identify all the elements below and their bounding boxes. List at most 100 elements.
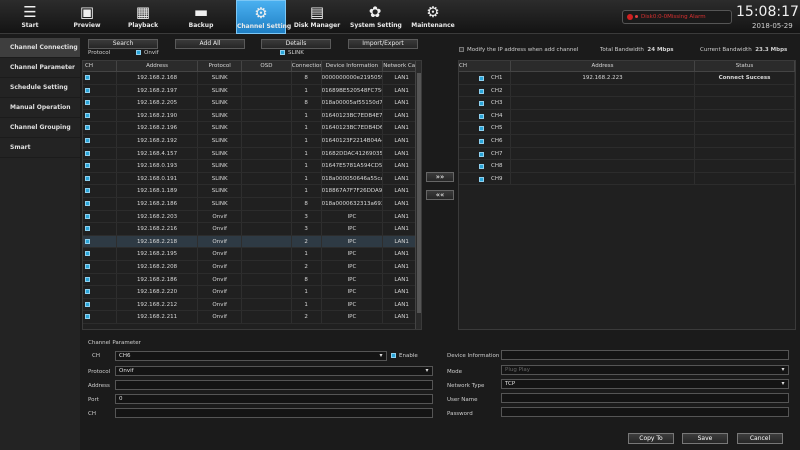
table-row[interactable]: CH9 [459, 172, 795, 186]
row-checkbox-cell[interactable] [83, 147, 117, 160]
row-checkbox-cell[interactable] [83, 298, 117, 311]
column-header[interactable]: Protocol [198, 61, 243, 71]
table-row[interactable]: 192.168.2.212 Onvif 1 IPC LAN1 [83, 298, 421, 312]
channel-cell[interactable]: CH5 [459, 122, 511, 134]
onvif-checkbox[interactable] [136, 50, 141, 55]
row-checkbox[interactable] [85, 112, 90, 118]
nav-preview[interactable]: ▣ Preview [62, 0, 112, 34]
enable-option[interactable]: Enable [391, 353, 418, 359]
save-button[interactable]: Save [682, 433, 728, 444]
copy-to-button[interactable]: Copy To [628, 433, 674, 444]
add-channel-button[interactable]: »» [426, 172, 454, 182]
sidebar-item-manual-operation[interactable]: Manual Operation [0, 98, 80, 118]
row-checkbox[interactable] [85, 226, 90, 232]
row-checkbox[interactable] [85, 213, 90, 219]
row-checkbox-cell[interactable] [83, 235, 117, 248]
table-row[interactable]: 192.168.2.186SLINK8018a0000632313a693baL… [83, 197, 421, 211]
table-row[interactable]: 192.168.0.191SLINK1018a000050646a55cac6L… [83, 172, 421, 186]
row-checkbox[interactable] [85, 125, 90, 131]
nav-system-setting[interactable]: ✿ System Setting [350, 0, 402, 34]
column-header[interactable]: CH [459, 61, 511, 71]
row-checkbox[interactable] [85, 314, 90, 320]
nav-backup[interactable]: ▬ Backup [176, 0, 226, 34]
column-header[interactable]: Address [117, 61, 199, 71]
table-row[interactable]: 192.168.2.211 Onvif 2 IPC LAN1 [83, 311, 421, 324]
nav-start[interactable]: ☰ Start [5, 0, 55, 34]
sidebar-item-channel-connecting[interactable]: Channel Connecting [0, 38, 80, 58]
row-checkbox[interactable] [85, 238, 90, 244]
row-checkbox-cell[interactable] [83, 223, 117, 235]
row-checkbox-cell[interactable] [83, 122, 117, 134]
row-checkbox[interactable] [85, 188, 90, 194]
row-checkbox[interactable] [85, 251, 90, 257]
nav-disk-manager[interactable]: ▤ Disk Manager [292, 0, 342, 34]
row-checkbox-cell[interactable] [83, 286, 117, 298]
table-row[interactable]: CH8 [459, 160, 795, 173]
row-checkbox-cell[interactable] [83, 248, 117, 260]
username-field[interactable] [501, 393, 789, 403]
channel-checkbox[interactable] [479, 138, 484, 144]
channel-checkbox[interactable] [479, 176, 484, 182]
row-checkbox-cell[interactable] [83, 311, 117, 323]
row-checkbox[interactable] [85, 87, 90, 93]
table-row[interactable]: 192.168.2.195 Onvif 1 IPC LAN1 [83, 248, 421, 261]
channel-checkbox[interactable] [479, 164, 484, 170]
row-checkbox[interactable] [85, 137, 90, 143]
table-row[interactable]: 192.168.2.197SLINK101689BE520548FC7568FL… [83, 84, 421, 98]
scrollbar[interactable] [415, 61, 421, 329]
table-row[interactable]: 192.168.2.220 Onvif 1 IPC LAN1 [83, 286, 421, 299]
row-checkbox[interactable] [85, 276, 90, 282]
row-checkbox-cell[interactable] [83, 97, 117, 109]
row-checkbox[interactable] [85, 289, 90, 295]
cancel-button[interactable]: Cancel [737, 433, 783, 444]
row-checkbox-cell[interactable] [83, 109, 117, 122]
channel-checkbox[interactable] [479, 101, 484, 107]
add-all-button[interactable]: Add All [175, 39, 245, 49]
nav-playback[interactable]: ▦ Playback [118, 0, 168, 34]
network-type-select[interactable]: TCP ▾ [501, 379, 789, 389]
row-checkbox[interactable] [85, 175, 90, 181]
channel-cell[interactable]: CH8 [459, 160, 511, 172]
row-checkbox-cell[interactable] [83, 260, 117, 273]
device-info-field[interactable] [501, 350, 789, 360]
table-row[interactable]: 192.168.2.216 Onvif 3 IPC LAN1 [83, 223, 421, 236]
mode-select[interactable]: Plug Play ▾ [501, 365, 789, 375]
table-row[interactable]: CH1 192.168.2.223 Connect Success [459, 72, 795, 85]
column-header[interactable]: Device Information [322, 61, 384, 71]
table-row[interactable]: CH7 [459, 147, 795, 161]
column-header[interactable]: CH [83, 61, 117, 71]
column-header[interactable]: Status [695, 61, 795, 71]
table-row[interactable]: 192.168.2.208 Onvif 2 IPC LAN1 [83, 260, 421, 274]
table-row[interactable]: 192.168.2.196SLINK101640123BC7EDB4D6929L… [83, 122, 421, 135]
details-button[interactable]: Details [261, 39, 331, 49]
row-checkbox-cell[interactable] [83, 273, 117, 286]
row-checkbox[interactable] [85, 150, 90, 156]
protocol-select[interactable]: Onvif ▾ [115, 366, 433, 376]
import-export-button[interactable]: Import/Export [348, 39, 418, 49]
row-checkbox[interactable] [85, 200, 90, 206]
channel-cell[interactable]: CH2 [459, 84, 511, 97]
port-field[interactable]: 0 [115, 394, 433, 404]
table-row[interactable]: 192.168.2.192SLINK101640123F2214B04A413L… [83, 134, 421, 148]
scrollbar-thumb[interactable] [417, 73, 421, 313]
table-row[interactable]: 192.168.1.189SLINK1018867A7F7F26DDA9EC7L… [83, 185, 421, 198]
channel-checkbox[interactable] [479, 88, 484, 94]
channel-checkbox[interactable] [479, 113, 484, 119]
enable-checkbox[interactable] [391, 353, 396, 358]
search-button[interactable]: Search [88, 39, 158, 49]
channel-checkbox[interactable] [479, 126, 484, 132]
row-checkbox-cell[interactable] [83, 210, 117, 223]
row-checkbox-cell[interactable] [83, 84, 117, 97]
channel-cell[interactable]: CH7 [459, 147, 511, 160]
nav-maintenance[interactable]: ⚙ Maintenance [408, 0, 458, 34]
channel-cell[interactable]: CH4 [459, 109, 511, 122]
channel-cell[interactable]: CH3 [459, 97, 511, 109]
slink-checkbox[interactable] [280, 50, 285, 55]
table-row[interactable]: CH4 [459, 109, 795, 123]
table-row[interactable]: 192.168.2.218 Onvif 2 IPC LAN1 [83, 235, 421, 249]
sidebar-item-channel-parameter[interactable]: Channel Parameter [0, 58, 80, 78]
column-header[interactable]: Connection [292, 61, 322, 71]
column-header[interactable]: OSD [242, 61, 292, 71]
sidebar-item-schedule-setting[interactable]: Schedule Setting [0, 78, 80, 98]
address-field[interactable] [115, 380, 433, 390]
